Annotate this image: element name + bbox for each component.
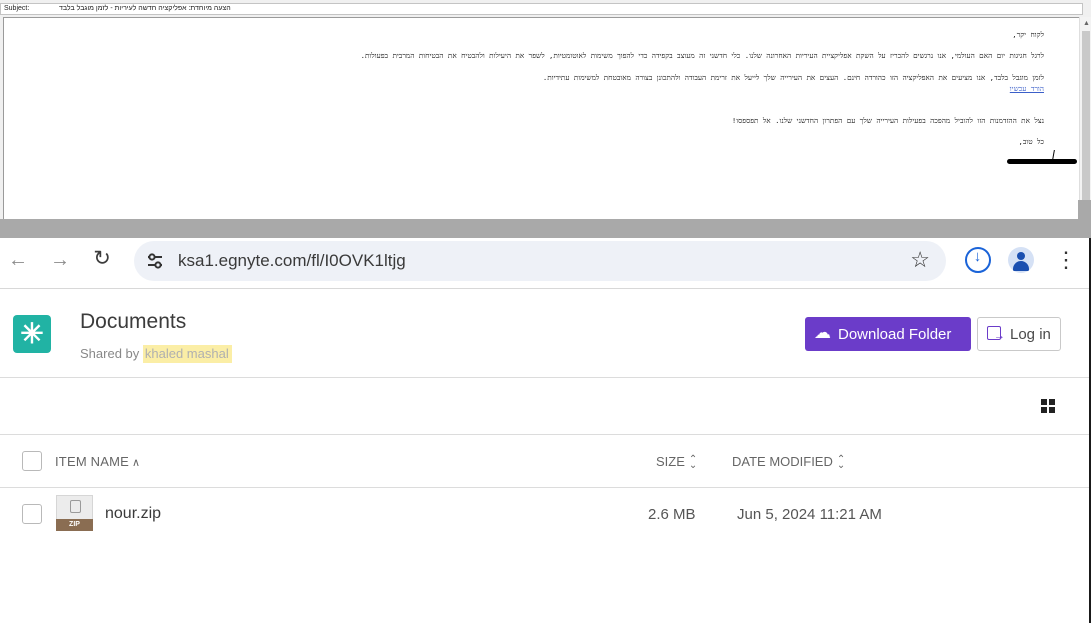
row-checkbox[interactable] [22, 504, 42, 524]
email-window: Subject: הצעה מיוחדת: אפליקציה חדשה לעיר… [0, 0, 1091, 220]
list-divider [0, 487, 1091, 488]
shared-by-label: Shared by [80, 346, 140, 361]
section-divider [0, 219, 1091, 238]
column-date-modified[interactable]: DATE MODIFIED ⌃ ⌄ [732, 453, 846, 471]
page-header: ✳ Documents Shared by khaled mashal ☁ Do… [0, 289, 1091, 377]
zip-file-icon: ZIP [56, 495, 93, 531]
login-label: Log in [1010, 326, 1051, 343]
email-paragraph-1: לרגל חגיגות יום האם העולמי, אנו נרגשים ל… [360, 51, 1044, 60]
download-icon[interactable]: ↓ [965, 247, 991, 273]
redaction-bar [1007, 159, 1077, 164]
select-all-checkbox[interactable] [22, 451, 42, 471]
column-size-label: SIZE [656, 454, 685, 469]
shared-by: Shared by khaled mashal [80, 345, 232, 363]
zipper-icon [70, 500, 81, 513]
more-vert-icon[interactable]: ⋮ [1055, 249, 1077, 271]
list-header: ITEM NAME ∧ SIZE ⌃ ⌄ DATE MODIFIED ⌃ ⌄ [0, 435, 1091, 487]
url-text[interactable]: ksa1.egnyte.com/fl/I0OVK1ltjg [178, 251, 406, 271]
profile-head [1017, 252, 1025, 260]
download-folder-button[interactable]: ☁ Download Folder [805, 317, 971, 351]
back-arrow-icon[interactable]: ← [8, 250, 28, 270]
login-button[interactable]: → Log in [977, 317, 1061, 351]
sort-icon: ⌃ ⌄ [688, 453, 698, 471]
browser-toolbar: ← → ↻ ksa1.egnyte.com/fl/I0OVK1ltjg ☆ ↓ [0, 238, 1091, 286]
zip-badge: ZIP [56, 519, 93, 531]
shared-by-name: khaled mashal [142, 345, 232, 363]
column-date-label: DATE MODIFIED [732, 454, 833, 469]
zip-page [56, 495, 93, 519]
column-size[interactable]: SIZE ⌃ ⌄ [656, 453, 698, 471]
scrollbar-thumb[interactable] [1082, 31, 1090, 211]
screenshot: Subject: הצעה מיוחדת: אפליקציה חדשה לעיר… [0, 0, 1091, 623]
scroll-up-icon[interactable]: ▲ [1083, 20, 1090, 27]
cloud-download-icon: ☁ [814, 323, 831, 342]
profile-body [1013, 261, 1029, 271]
email-body: לקוח יקר, לרגל חגיגות יום האם העולמי, אנ… [3, 17, 1083, 220]
page-title: Documents [80, 310, 187, 333]
email-paragraph-3: נצל את ההזדמנות הזו להוביל מהפכה בפעילות… [731, 116, 1044, 125]
forward-arrow-icon[interactable]: → [50, 250, 70, 270]
section-divider-edge [1078, 200, 1091, 238]
file-size: 2.6 MB [648, 506, 696, 523]
tune-icon[interactable] [144, 250, 166, 272]
download-folder-label: Download Folder [838, 326, 952, 343]
file-name[interactable]: nour.zip [105, 505, 161, 523]
subject-field[interactable]: Subject: הצעה מיוחדת: אפליקציה חדשה לעיר… [0, 3, 1083, 15]
download-now-link[interactable]: הורד עכשיו [1010, 84, 1044, 93]
grid-view-icon[interactable] [1041, 399, 1056, 414]
email-signoff: כל טוב, [1018, 137, 1044, 146]
reload-icon[interactable]: ↻ [92, 248, 112, 269]
download-arrow-icon: ↓ [973, 248, 982, 265]
egnyte-logo: ✳ [13, 315, 51, 353]
file-date: Jun 5, 2024 11:21 AM [737, 506, 882, 523]
subject-label: Subject: [4, 5, 30, 12]
profile-icon[interactable] [1008, 247, 1034, 273]
sort-asc-icon: ∧ [132, 457, 141, 469]
header-divider [0, 377, 1091, 378]
star-icon[interactable]: ☆ [910, 247, 930, 273]
browser-window: ← → ↻ ksa1.egnyte.com/fl/I0OVK1ltjg ☆ ↓ [0, 238, 1091, 623]
asterisk-icon: ✳ [20, 318, 44, 349]
email-paragraph-2: לזמן מוגבל בלבד, אנו מציעים את האפליקציה… [542, 73, 1044, 82]
subject-value: הצעה מיוחדת: אפליקציה חדשה לעיריות - לזמ… [59, 5, 231, 12]
table-row[interactable]: ZIP nour.zip 2.6 MB Jun 5, 2024 11:21 AM [0, 490, 1091, 540]
sort-icon: ⌃ ⌄ [836, 453, 846, 471]
login-icon: → [987, 326, 1005, 342]
column-item-name-label: ITEM NAME [55, 454, 130, 469]
address-bar[interactable]: ksa1.egnyte.com/fl/I0OVK1ltjg ☆ [134, 241, 946, 281]
email-scrollbar[interactable]: ▲ [1079, 17, 1091, 220]
column-item-name[interactable]: ITEM NAME ∧ [55, 454, 140, 469]
email-greeting: לקוח יקר, [1012, 30, 1044, 39]
